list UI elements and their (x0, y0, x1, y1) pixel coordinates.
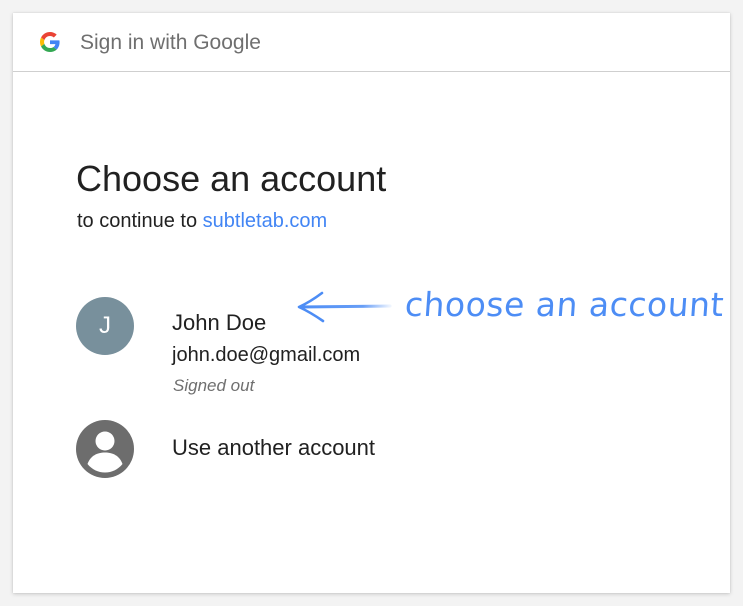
use-another-account-button[interactable]: Use another account (76, 420, 416, 478)
use-another-account-label: Use another account (172, 435, 376, 460)
google-g-icon (40, 32, 60, 52)
dialog-header: Sign in with Google (13, 13, 730, 72)
annotation-text: choose an account (403, 285, 726, 324)
site-link[interactable]: subtletab.com (203, 210, 328, 232)
header-title: Sign in with Google (80, 31, 261, 54)
annotation-arrow-icon (297, 291, 392, 323)
avatar: J (76, 297, 134, 355)
account-circle-icon (76, 420, 134, 478)
subtitle: to continue to subtletab.com (77, 209, 327, 233)
page-title: Choose an account (76, 158, 387, 199)
account-status: Signed out (173, 376, 255, 395)
sign-in-dialog: Sign in with Google Choose an account to… (13, 13, 730, 593)
account-name: John Doe (172, 310, 267, 335)
subtitle-prefix: to continue to (77, 210, 203, 232)
account-email: john.doe@gmail.com (172, 344, 361, 366)
